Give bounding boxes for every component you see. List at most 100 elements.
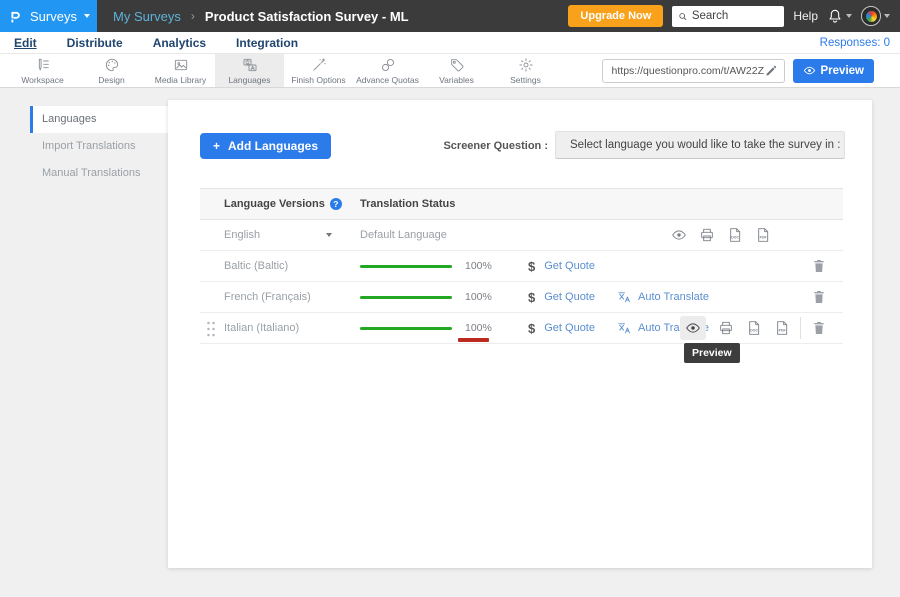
- get-quote-link[interactable]: Get Quote: [544, 322, 595, 334]
- table-row-baltic: Baltic (Baltic) 100% $ Get Quote: [200, 251, 843, 282]
- translation-progress-bar: [360, 327, 452, 330]
- status-cell: 100% $ Get Quote: [360, 259, 595, 274]
- tab-edit[interactable]: Edit: [14, 36, 37, 50]
- print-icon[interactable]: [718, 320, 734, 336]
- app-window: Surveys My Surveys › Product Satisfactio…: [0, 0, 900, 597]
- preview-button[interactable]: Preview: [793, 59, 874, 83]
- actions-divider: [800, 317, 801, 339]
- preview-tooltip: Preview: [684, 343, 740, 363]
- red-underline-annotation: [458, 338, 489, 342]
- print-icon[interactable]: [699, 227, 715, 243]
- toolbar-item-languages[interactable]: Languages: [215, 54, 284, 87]
- edit-url-pencil-icon[interactable]: [764, 64, 778, 78]
- status-cell: 100% $ Get Quote Auto Translate: [360, 321, 709, 336]
- sidebar-item-languages[interactable]: Languages: [30, 106, 168, 133]
- language-dropdown-caret-icon[interactable]: [326, 233, 332, 237]
- page-title: Product Satisfaction Survey - ML: [205, 9, 409, 24]
- dollar-icon[interactable]: $: [528, 321, 535, 336]
- tab-integration[interactable]: Integration: [236, 36, 298, 50]
- help-icon[interactable]: ?: [330, 198, 342, 210]
- toolbar-item-advance-quotas[interactable]: Advance Quotas: [353, 54, 422, 87]
- preview-eye-button-hovered[interactable]: [680, 316, 706, 340]
- drag-handle-icon[interactable]: [206, 320, 216, 338]
- get-quote-link[interactable]: Get Quote: [544, 260, 595, 272]
- screener-question-field[interactable]: Select language you would like to take t…: [555, 131, 845, 159]
- delete-trash-icon[interactable]: [811, 258, 827, 274]
- table-row-french: French (Français) 100% $ Get Quote Auto …: [200, 282, 843, 313]
- questionpro-logo-icon: [8, 9, 23, 24]
- survey-nav: Edit Distribute Analytics Integration Re…: [0, 32, 900, 54]
- delete-trash-icon[interactable]: [811, 289, 827, 305]
- search-input[interactable]: [692, 10, 778, 22]
- translation-progress-percent: 100%: [465, 291, 495, 303]
- workspace-icon: [35, 57, 51, 73]
- search-icon: [678, 11, 688, 22]
- export-pdf-icon[interactable]: PDF: [774, 320, 790, 336]
- account-menu[interactable]: [861, 6, 890, 26]
- language-name-cell: Baltic (Baltic): [200, 260, 360, 272]
- row-actions: [811, 258, 827, 274]
- toolbar-item-finish-options[interactable]: Finish Options: [284, 54, 353, 87]
- dollar-icon[interactable]: $: [528, 259, 535, 274]
- actions-spacer: [783, 235, 827, 236]
- translation-progress-percent: 100%: [465, 260, 495, 272]
- auto-translate-action[interactable]: Auto Translate: [617, 290, 709, 305]
- settings-gear-icon: [518, 57, 534, 73]
- notifications-menu[interactable]: [827, 8, 852, 24]
- preview-eye-icon: [685, 320, 701, 336]
- breadcrumb-separator: ›: [191, 9, 195, 23]
- search-box: [672, 6, 784, 27]
- export-doc-icon[interactable]: DOC: [727, 227, 743, 243]
- sidebar-item-manual-translations[interactable]: Manual Translations: [30, 160, 168, 187]
- translate-icon: [617, 290, 632, 305]
- tab-distribute[interactable]: Distribute: [67, 36, 123, 50]
- plus-icon: +: [213, 139, 220, 153]
- toolbar-item-workspace[interactable]: Workspace: [8, 54, 77, 87]
- main-area: Languages Import Translations Manual Tra…: [0, 88, 900, 597]
- chevron-down-icon: [846, 14, 852, 18]
- export-doc-icon[interactable]: DOC: [746, 320, 762, 336]
- languages-translate-icon: [242, 57, 258, 73]
- language-name-cell: English: [200, 229, 360, 241]
- survey-url-field: https://questionpro.com/t/AW22Zd1S1: [602, 59, 785, 83]
- breadcrumb-my-surveys[interactable]: My Surveys: [113, 9, 181, 24]
- advance-quotas-links-icon: [380, 57, 396, 73]
- responses-count[interactable]: Responses: 0: [820, 37, 890, 49]
- languages-panel: + Add Languages Screener Question : Sele…: [168, 100, 872, 568]
- svg-text:DOC: DOC: [731, 236, 739, 240]
- product-menu-label: Surveys: [30, 9, 77, 24]
- toolbar-item-variables[interactable]: Variables: [422, 54, 491, 87]
- export-pdf-icon[interactable]: PDF: [755, 227, 771, 243]
- languages-table: Language Versions ? Translation Status E…: [200, 188, 843, 344]
- svg-text:DOC: DOC: [750, 329, 758, 333]
- add-languages-button[interactable]: + Add Languages: [200, 133, 331, 159]
- get-quote-link[interactable]: Get Quote: [544, 291, 595, 303]
- svg-text:PDF: PDF: [760, 236, 767, 240]
- column-language-versions: Language Versions ?: [200, 198, 360, 210]
- chevron-down-icon: [884, 14, 890, 18]
- languages-sidebar: Languages Import Translations Manual Tra…: [30, 106, 168, 187]
- product-switcher-surveys[interactable]: Surveys: [0, 0, 97, 32]
- toolbar-item-settings[interactable]: Settings: [491, 54, 560, 87]
- avatar-gauge-icon: [866, 11, 877, 22]
- eye-icon: [803, 64, 816, 77]
- delete-trash-icon[interactable]: [811, 320, 827, 336]
- survey-url: https://questionpro.com/t/AW22Zd1S1: [612, 65, 764, 77]
- row-actions: [811, 289, 827, 305]
- toolbar-item-design[interactable]: Design: [77, 54, 146, 87]
- status-cell: 100% $ Get Quote Auto Translate: [360, 290, 709, 305]
- dollar-icon[interactable]: $: [528, 290, 535, 305]
- language-name-cell: French (Français): [200, 291, 360, 303]
- tab-analytics[interactable]: Analytics: [153, 36, 206, 50]
- toolbar-item-media-library[interactable]: Media Library: [146, 54, 215, 87]
- sidebar-item-import-translations[interactable]: Import Translations: [30, 133, 168, 160]
- svg-text:PDF: PDF: [779, 329, 786, 333]
- chevron-down-icon: [84, 14, 90, 18]
- row-actions: DOC PDF: [680, 316, 827, 340]
- upgrade-now-button[interactable]: Upgrade Now: [568, 5, 663, 27]
- variables-tag-icon: [449, 57, 465, 73]
- preview-eye-icon[interactable]: [671, 227, 687, 243]
- top-bar: Surveys My Surveys › Product Satisfactio…: [0, 0, 900, 32]
- help-link[interactable]: Help: [793, 9, 818, 23]
- table-header: Language Versions ? Translation Status: [200, 188, 843, 220]
